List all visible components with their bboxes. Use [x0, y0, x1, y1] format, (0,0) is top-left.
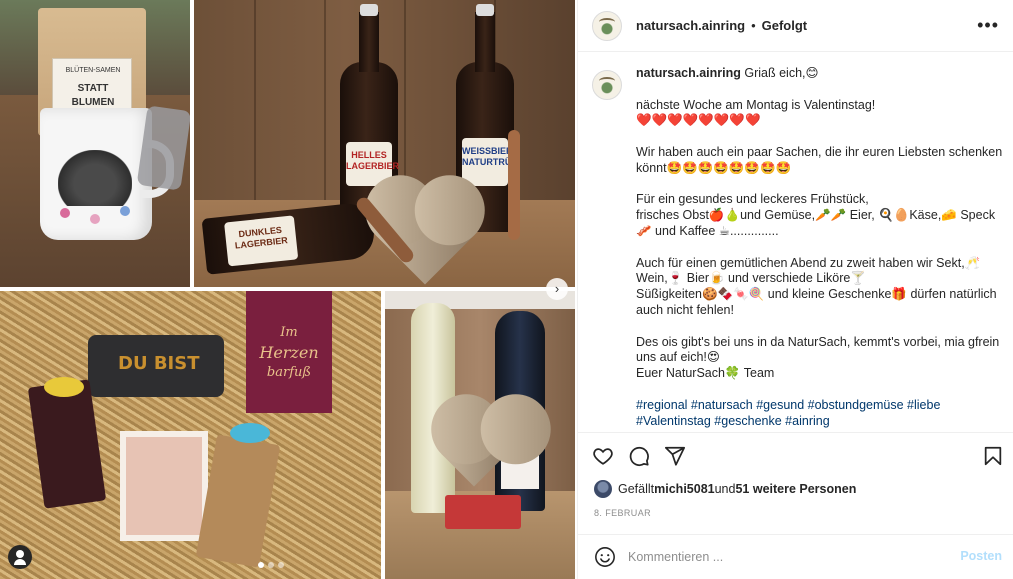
photo-straw-gifts: DU BIST Im Herzen barfuß [0, 291, 381, 579]
bottle-cap [476, 4, 494, 16]
bookmark-gift: Im Herzen barfuß [246, 291, 332, 413]
comment-box: Posten [578, 534, 1013, 579]
caption-line: ❤️❤️❤️❤️❤️❤️❤️❤️ [636, 113, 761, 128]
blue-ribbon [230, 423, 270, 443]
post-caption: natursach.ainring Griaß eich,😊 nächste W… [592, 66, 1006, 432]
chocolate-bar-milk [195, 434, 281, 568]
carousel-dot [268, 562, 274, 568]
post-date[interactable]: 8. FEBRUAR [594, 508, 651, 518]
caption-line: Für ein gesundes und leckeres Frühstück, [636, 192, 869, 207]
flower-decoration [120, 206, 130, 216]
caption-username[interactable]: natursach.ainring [636, 66, 741, 80]
wooden-pen [508, 130, 520, 240]
bottle-cap [360, 4, 378, 16]
post-comment-button[interactable]: Posten [960, 549, 1002, 563]
likes-mid: und [714, 482, 736, 496]
post-sidebar: natursach.ainring • Gefolgt ••• natursac… [577, 0, 1013, 579]
caption-text: natursach.ainring Griaß eich,😊 nächste W… [636, 66, 1004, 429]
carousel-next-button[interactable]: › [546, 278, 568, 300]
caption-line: Euer NaturSach🍀 Team [636, 366, 775, 381]
caption-line: Wir haben auch ein paar Sachen, die ihr … [636, 144, 1006, 175]
seed-bag-label-line1: BLÜTEN-SAMEN [65, 67, 121, 74]
caption-avatar[interactable] [592, 70, 622, 100]
comment-icon[interactable] [628, 445, 650, 467]
emoji-icon[interactable] [594, 546, 616, 568]
flower-decoration [90, 214, 100, 224]
tagged-user-icon[interactable] [8, 545, 32, 569]
carousel-dot [278, 562, 284, 568]
likes-count[interactable]: 51 weitere Personen [735, 482, 856, 496]
action-bar [578, 432, 1013, 478]
post-header: natursach.ainring • Gefolgt ••• [578, 0, 1013, 52]
caption-line: Süßigkeiten🍪🍫🍬🍭 und kleine Geschenke🎁 dü… [636, 287, 1001, 317]
send-icon[interactable] [664, 445, 686, 467]
flower-decoration [60, 208, 70, 218]
likes-summary: Gefällt michi5081 und 51 weitere Persone… [594, 480, 856, 498]
pouch-text: DU BIST [118, 353, 200, 374]
chocolate-bar-dark [27, 379, 107, 509]
bottle-label-dunkles: DUNKLES LAGERBIER [224, 215, 299, 267]
greeting-card [120, 431, 208, 541]
seed-bag-label-line3: BLUMEN [71, 97, 115, 108]
praline-box [445, 495, 521, 529]
heart-icon[interactable] [592, 445, 614, 467]
comment-input[interactable] [628, 547, 928, 567]
carousel-dot [258, 562, 264, 568]
caption-line: frisches Obst🍎🍐und Gemüse,🥕🥕 Eier, 🍳🥚Käs… [636, 208, 996, 238]
follow-status-button[interactable]: Gefolgt [762, 18, 808, 33]
header-separator: • [751, 18, 756, 33]
caption-hashtags[interactable]: #regional #natursach #gesund #obstundgem… [636, 398, 944, 428]
caption-line: Griaß eich,😊 [740, 66, 819, 80]
bookmark-line1: Im [280, 325, 298, 340]
bookmark-icon[interactable] [982, 445, 1004, 467]
caption-line: nächste Woche am Montag is Valentinstag! [636, 97, 876, 112]
caption-line: Des ois gibt's bei uns in da NaturSach, … [636, 334, 1003, 365]
post-media[interactable]: BLÜTEN-SAMEN STATT BLUMEN HELLES LAGERBI… [0, 0, 576, 579]
seed-bag-label-line2: STATT [77, 83, 109, 94]
yellow-ribbon [44, 377, 84, 397]
likes-prefix: Gefällt [618, 482, 655, 496]
photo-beer-bottles: HELLES LAGERBIER WEISSBIER NATURTRÜB DUN… [194, 0, 575, 287]
carousel-dots [258, 562, 284, 568]
bottle-neck [359, 12, 379, 72]
bookmark-line2: Herzen [259, 343, 319, 362]
bottle-neck [475, 12, 495, 72]
profile-avatar[interactable] [592, 10, 622, 41]
bookmark-line3: barfuß [266, 365, 312, 380]
caption-line: Auch für einen gemütlichen Abend zu zwei… [636, 255, 984, 286]
hen-illustration [58, 150, 132, 206]
liker-avatar[interactable] [594, 480, 612, 498]
likes-user[interactable]: michi5081 [654, 482, 714, 496]
photo-mug-gift: BLÜTEN-SAMEN STATT BLUMEN [0, 0, 190, 287]
header-username[interactable]: natursach.ainring [636, 18, 745, 33]
more-icon[interactable]: ••• [977, 16, 999, 34]
photo-wine-sekt [385, 291, 575, 579]
bottle-label-weissbier: WEISSBIER NATURTRÜB [462, 138, 518, 186]
felt-pouch: DU BIST [88, 335, 224, 397]
